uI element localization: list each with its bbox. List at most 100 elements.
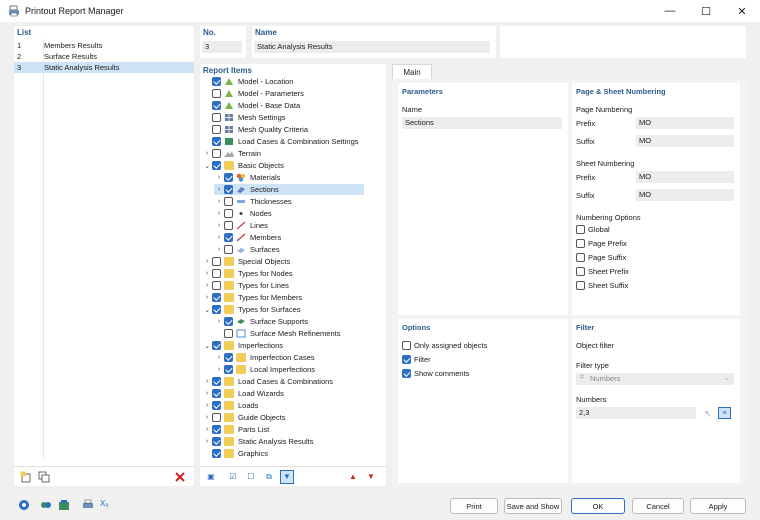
- copy-items-icon[interactable]: ⧉: [262, 470, 276, 484]
- tree-item[interactable]: ⌄ Basic Objects: [202, 160, 284, 171]
- filter-icon[interactable]: ▼: [280, 469, 294, 484]
- move-down-icon[interactable]: ▼: [364, 470, 378, 484]
- checkbox[interactable]: [212, 257, 221, 266]
- checkbox[interactable]: [224, 233, 233, 242]
- tree-item[interactable]: › Imperfection Cases: [214, 352, 315, 363]
- checkbox[interactable]: [402, 355, 411, 364]
- tree-item[interactable]: › Static Analysis Results: [202, 436, 313, 447]
- option-show-comments[interactable]: Show comments: [402, 369, 469, 378]
- tree-item-selected[interactable]: › Sections: [214, 184, 364, 195]
- option-page-suffix[interactable]: Page Suffix: [576, 253, 626, 262]
- list-item[interactable]: 1 Members Results: [14, 40, 194, 51]
- checkbox[interactable]: [212, 281, 221, 290]
- checkbox[interactable]: [224, 221, 233, 230]
- units-icon[interactable]: [40, 499, 52, 511]
- checkbox[interactable]: [224, 197, 233, 206]
- tree-item[interactable]: › Surfaces: [214, 244, 280, 255]
- tree-item[interactable]: › Loads: [202, 400, 258, 411]
- print-button[interactable]: Print: [450, 498, 498, 514]
- tree-item[interactable]: › Local Imperfections: [214, 364, 315, 375]
- list-item[interactable]: 2 Surface Results: [14, 51, 194, 62]
- tree-item[interactable]: › Special Objects: [202, 256, 290, 267]
- tree-item[interactable]: › Materials: [214, 172, 280, 183]
- option-filter[interactable]: Filter: [402, 355, 431, 364]
- checkbox[interactable]: [576, 225, 585, 234]
- move-up-icon[interactable]: ▲: [346, 470, 360, 484]
- tree-item[interactable]: › Load Cases & Combinations: [202, 376, 333, 387]
- delete-icon[interactable]: [174, 471, 186, 483]
- maximize-button[interactable]: ☐: [688, 0, 724, 22]
- option-sheet-prefix[interactable]: Sheet Prefix: [576, 267, 629, 276]
- checkbox[interactable]: [224, 317, 233, 326]
- checkbox[interactable]: [212, 389, 221, 398]
- minimize-button[interactable]: —: [652, 0, 688, 22]
- checkbox[interactable]: [212, 269, 221, 278]
- cancel-button[interactable]: Cancel: [632, 498, 684, 514]
- tree-item[interactable]: › Terrain: [202, 148, 261, 159]
- tree-item[interactable]: › Surface Supports: [214, 316, 308, 327]
- help-icon[interactable]: [18, 499, 30, 511]
- checkbox[interactable]: [224, 329, 233, 338]
- numbers-field[interactable]: 2,3: [576, 407, 696, 419]
- tree-item[interactable]: › Lines: [214, 220, 268, 231]
- checkbox[interactable]: [576, 281, 585, 290]
- apply-button[interactable]: Apply: [690, 498, 746, 514]
- checkbox[interactable]: [224, 245, 233, 254]
- tree-item[interactable]: Surface Mesh Refinements: [214, 328, 340, 339]
- checkbox[interactable]: [224, 209, 233, 218]
- tree-item[interactable]: › Types for Lines: [202, 280, 289, 291]
- checkbox[interactable]: [212, 377, 221, 386]
- checkbox[interactable]: [212, 113, 221, 122]
- sheet-suffix-field[interactable]: MO: [636, 189, 734, 201]
- tree-item[interactable]: › Types for Members: [202, 292, 302, 303]
- number-field[interactable]: 3: [202, 41, 242, 53]
- option-sheet-suffix[interactable]: Sheet Suffix: [576, 281, 628, 290]
- tree-item[interactable]: Model - Parameters: [202, 88, 304, 99]
- checkbox[interactable]: [224, 173, 233, 182]
- tree-item[interactable]: Graphics: [202, 448, 268, 459]
- filter-type-select[interactable]: Numbers: [576, 373, 734, 385]
- checkbox[interactable]: [212, 149, 221, 158]
- sheet-prefix-field[interactable]: MO: [636, 171, 734, 183]
- copy-report-icon[interactable]: [38, 471, 50, 483]
- tree-item[interactable]: Mesh Quality Criteria: [202, 124, 308, 135]
- new-item-icon[interactable]: ▣: [204, 470, 218, 484]
- parameter-name-field[interactable]: Sections: [402, 117, 562, 129]
- tree-item[interactable]: › Nodes: [214, 208, 272, 219]
- checkbox[interactable]: [224, 365, 233, 374]
- checkbox[interactable]: [212, 101, 221, 110]
- page-suffix-field[interactable]: MO: [636, 135, 734, 147]
- checkbox[interactable]: [212, 401, 221, 410]
- settings-icon[interactable]: [58, 499, 70, 511]
- tree-item[interactable]: › Parts List: [202, 424, 269, 435]
- ok-button[interactable]: OK: [571, 498, 625, 514]
- checkbox[interactable]: [212, 161, 221, 170]
- tree-item[interactable]: › Members: [214, 232, 281, 243]
- tree-item[interactable]: › Types for Nodes: [202, 268, 293, 279]
- uncheck-all-icon[interactable]: ☐: [244, 470, 258, 484]
- checkbox[interactable]: [212, 89, 221, 98]
- close-window-button[interactable]: ✕: [724, 0, 760, 22]
- checkbox[interactable]: [576, 253, 585, 262]
- checkbox[interactable]: [212, 413, 221, 422]
- name-field[interactable]: Static Analysis Results: [254, 41, 490, 53]
- tree-item[interactable]: Mesh Settings: [202, 112, 286, 123]
- tab-main[interactable]: Main: [392, 64, 432, 80]
- checkbox[interactable]: [212, 125, 221, 134]
- checkbox[interactable]: [224, 185, 233, 194]
- tree-item[interactable]: Model - Location: [202, 76, 293, 87]
- select-list-icon[interactable]: ≡: [718, 407, 731, 419]
- tree-item[interactable]: › Thicknesses: [214, 196, 292, 207]
- checkbox[interactable]: [224, 353, 233, 362]
- tree-item[interactable]: › Load Wizards: [202, 388, 284, 399]
- select-pointer-icon[interactable]: ↖: [702, 407, 714, 419]
- checkbox[interactable]: [402, 369, 411, 378]
- tree-item[interactable]: ⌄ Types for Surfaces: [202, 304, 301, 315]
- checkbox[interactable]: [212, 425, 221, 434]
- check-all-icon[interactable]: ☑: [226, 470, 240, 484]
- option-page-prefix[interactable]: Page Prefix: [576, 239, 627, 248]
- checkbox[interactable]: [212, 77, 221, 86]
- checkbox[interactable]: [402, 341, 411, 350]
- new-report-icon[interactable]: [20, 471, 32, 483]
- checkbox[interactable]: [212, 437, 221, 446]
